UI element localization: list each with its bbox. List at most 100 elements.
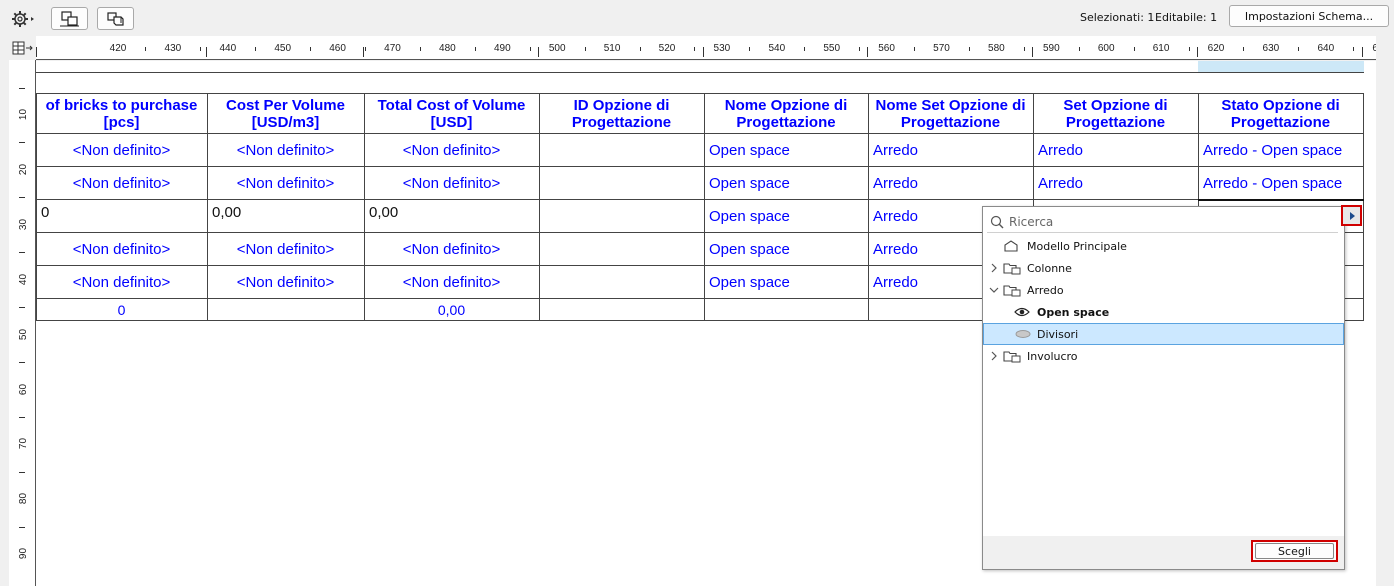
column-header[interactable]: Total Cost of Volume [USD] [364, 94, 539, 133]
table-cell[interactable]: 0,00 [369, 200, 538, 232]
table-gridline [36, 72, 1364, 73]
table-cell[interactable]: <Non definito> [364, 233, 539, 265]
table-cell[interactable]: Open space [709, 167, 867, 199]
eye-icon [1014, 307, 1030, 317]
table-cell[interactable] [544, 200, 703, 232]
h-ruler-label: 490 [493, 43, 511, 54]
chevron-down-icon[interactable] [989, 285, 999, 295]
table-cell[interactable]: Arredo - Open space [1203, 134, 1362, 166]
h-ruler-label: 600 [1097, 43, 1115, 54]
h-ruler-tick [694, 47, 696, 51]
tree-item-colonne[interactable]: Colonne [983, 257, 1344, 279]
column-header[interactable]: Nome Opzione di Progettazione [704, 94, 868, 133]
table-cell[interactable]: <Non definito> [36, 167, 207, 199]
v-ruler-label: 30 [18, 218, 30, 230]
table-cell[interactable]: Arredo [873, 167, 1032, 199]
tree-item-modello-principale[interactable]: Modello Principale [983, 235, 1344, 257]
h-ruler-tick [365, 47, 367, 51]
table-cell[interactable]: <Non definito> [364, 134, 539, 166]
tree-item-label: Open space [1037, 305, 1110, 319]
h-ruler-tick [255, 47, 257, 51]
table-cell[interactable]: <Non definito> [36, 134, 207, 166]
column-header-line: Total Cost of Volume [377, 96, 526, 114]
h-ruler-column-mark [206, 47, 207, 57]
table-cell[interactable]: Open space [709, 266, 867, 298]
table-cell[interactable]: <Non definito> [207, 167, 364, 199]
h-ruler-label: 630 [1262, 43, 1280, 54]
h-ruler-tick [1243, 47, 1245, 51]
v-ruler-label: 40 [18, 273, 30, 285]
h-ruler-label: 590 [1042, 43, 1060, 54]
column-header[interactable]: Nome Set Opzione di Progettazione [868, 94, 1033, 133]
gear-icon [11, 10, 34, 27]
v-ruler-label: 20 [18, 163, 30, 175]
table-cell[interactable]: 0 [41, 200, 206, 232]
house-icon [1004, 240, 1018, 252]
v-ruler-label: 10 [18, 108, 30, 121]
schedule-settings-button[interactable]: Impostazioni Schema... [1229, 5, 1389, 27]
h-ruler-column-mark [538, 47, 539, 57]
open-picker-button[interactable] [1341, 205, 1362, 226]
table-cell[interactable]: <Non definito> [207, 134, 364, 166]
h-ruler-column-mark [1032, 47, 1033, 57]
table-cell[interactable]: Open space [709, 233, 867, 265]
column-header[interactable]: ID Opzione di Progettazione [539, 94, 704, 133]
column-header-line: [USD] [430, 113, 473, 131]
h-ruler-tick [584, 47, 586, 51]
h-ruler-column-mark [703, 47, 704, 57]
column-header-line: Stato Opzione di [1221, 96, 1340, 114]
show-3d-button[interactable] [97, 7, 134, 30]
table-cell[interactable]: Arredo [1038, 167, 1197, 199]
h-ruler-column-mark [363, 47, 364, 57]
table-cell[interactable]: Open space [709, 134, 867, 166]
table-format-icon[interactable] [12, 40, 34, 56]
table-cell[interactable] [544, 167, 703, 199]
h-ruler-column-mark [1197, 47, 1198, 57]
chevron-right-icon[interactable] [989, 263, 999, 273]
column-header-line: Progettazione [1065, 113, 1166, 131]
h-ruler-label: 500 [548, 43, 566, 54]
h-ruler-label: 530 [713, 43, 731, 54]
h-ruler-label: 450 [274, 43, 292, 54]
table-cell[interactable]: <Non definito> [207, 266, 364, 298]
tree-item-arredo[interactable]: Arredo [983, 279, 1344, 301]
v-ruler-tick [19, 252, 25, 254]
table-cell[interactable]: <Non definito> [364, 266, 539, 298]
search-box[interactable]: Ricerca [987, 211, 1338, 233]
tree-item-divisori[interactable]: Divisori [983, 323, 1344, 345]
table-cell[interactable] [544, 233, 703, 265]
table-cell[interactable]: <Non definito> [36, 266, 207, 298]
table-cell[interactable]: Open space [709, 200, 867, 232]
v-ruler-tick [19, 471, 25, 473]
h-ruler-column-mark [867, 47, 868, 57]
select-in-view-button[interactable] [51, 7, 88, 30]
h-ruler-tick [1078, 47, 1080, 51]
h-ruler-tick [749, 47, 751, 51]
column-header-line: Progettazione [736, 113, 836, 131]
active-cell-border [1198, 199, 1364, 202]
table-cell[interactable]: Arredo [873, 134, 1032, 166]
column-header[interactable]: Cost Per Volume [USD/m3] [207, 94, 364, 133]
chevron-right-icon[interactable] [989, 351, 999, 361]
column-header[interactable]: Set Opzione di Progettazione [1033, 94, 1198, 133]
table-cell[interactable]: <Non definito> [36, 233, 207, 265]
h-ruler-label: 570 [933, 43, 950, 54]
table-cell[interactable] [544, 266, 703, 298]
column-header[interactable]: of bricks to purchase [pcs] [36, 94, 207, 133]
table-cell[interactable]: <Non definito> [364, 167, 539, 199]
table-cell[interactable]: 0,00 [212, 200, 363, 232]
v-ruler-tick [19, 197, 25, 199]
tree-item-open-space[interactable]: Open space [983, 301, 1344, 323]
h-ruler-label: 480 [439, 43, 456, 54]
table-cell[interactable]: <Non definito> [207, 233, 364, 265]
total-cell [704, 299, 868, 320]
folder-set-icon [1003, 285, 1021, 297]
column-header[interactable]: Stato Opzione di Progettazione [1198, 94, 1363, 133]
table-cell[interactable]: Arredo [1038, 134, 1197, 166]
table-cell[interactable] [544, 134, 703, 166]
settings-gear-button[interactable] [8, 7, 37, 30]
choose-button[interactable]: Scegli [1251, 540, 1338, 562]
tree-item-involucro[interactable]: Involucro [983, 345, 1344, 367]
table-cell[interactable]: Arredo - Open space [1203, 167, 1362, 199]
v-ruler-tick [19, 142, 25, 144]
